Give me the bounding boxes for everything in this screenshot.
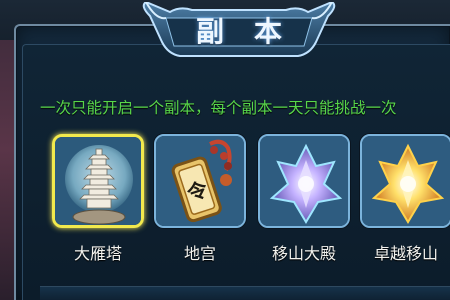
dialog-title: 副 本: [140, 10, 338, 50]
dungeon-label-yishan-hall: 移山大殿: [271, 244, 336, 263]
dungeon-tile-digong[interactable]: 令: [154, 134, 246, 228]
dungeon-tile-yishan-hall[interactable]: [258, 134, 350, 228]
golden-crystal-icon: [362, 136, 450, 226]
dungeon-rule-notice: 一次只能开启一个副本，每个副本一天只能挑战一次: [40, 99, 397, 117]
token-icon: 令: [156, 136, 244, 226]
dungeon-tile-zhuoyue-yishan[interactable]: [360, 134, 450, 228]
title-char-1: 副: [195, 15, 224, 48]
dungeon-label-dayanta: 大雁塔: [73, 244, 122, 263]
title-char-2: 本: [254, 15, 283, 48]
purple-crystal-icon: [260, 136, 348, 226]
bottom-detail-bar: [40, 286, 450, 300]
pagoda-icon: [55, 137, 141, 225]
dungeon-label-zhuoyue-yishan: 卓越移山: [373, 244, 438, 263]
dungeon-tile-dayanta[interactable]: [52, 134, 144, 228]
background-left-edge: [0, 0, 14, 300]
dungeon-label-digong: 地宫: [183, 244, 216, 263]
